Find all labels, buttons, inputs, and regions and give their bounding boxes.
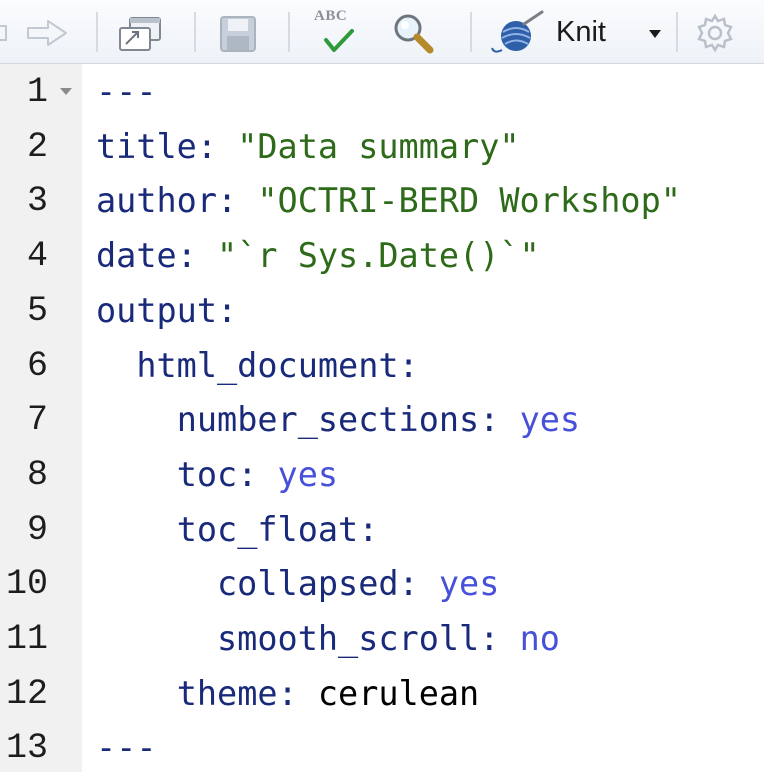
yaml-value: no	[519, 619, 560, 658]
code-text: title: "Data summary"	[96, 120, 520, 174]
code-line[interactable]: 1 ---	[0, 65, 764, 120]
yaml-separator: :	[217, 181, 258, 221]
code-text: date: "`r Sys.Date()`"	[96, 229, 540, 283]
spellcheck-label: ABC	[314, 8, 348, 24]
yaml-value: "OCTRI-BERD Workshop"	[257, 181, 681, 221]
spellcheck-icon[interactable]	[322, 28, 356, 54]
code-text: theme: cerulean	[96, 667, 480, 721]
toolbar-separator	[470, 12, 472, 52]
line-number: 11	[5, 619, 48, 659]
yaml-key: number_sections	[176, 400, 480, 440]
yaml-value: cerulean	[317, 673, 480, 713]
line-number: 9	[26, 509, 48, 550]
yaml-key: author	[96, 181, 218, 221]
toolbar-separator	[194, 12, 196, 52]
line-number: 5	[26, 290, 48, 331]
code-text: collapsed: yes	[96, 557, 499, 611]
save-icon[interactable]	[218, 14, 258, 54]
code-text: toc_float:	[96, 503, 379, 557]
line-number: 6	[26, 345, 48, 386]
search-icon[interactable]	[390, 10, 436, 56]
yaml-separator: :	[398, 564, 439, 604]
yaml-separator: :	[479, 619, 520, 658]
yaml-separator: :	[217, 290, 238, 330]
code-text: ---	[96, 65, 157, 119]
code-line[interactable]: 11 smooth_scroll: no	[0, 612, 764, 667]
code-line[interactable]: 9 toc_float:	[0, 503, 764, 558]
yaml-separator: :	[196, 126, 238, 166]
code-text: output:	[96, 284, 237, 338]
yaml-value: yes	[438, 564, 500, 604]
knit-icon[interactable]	[488, 10, 550, 56]
yaml-key: html_document	[136, 345, 399, 385]
toolbar-separator	[676, 12, 678, 52]
yaml-value: "`r Sys.Date()`"	[217, 236, 540, 276]
yaml-value: "Data summary"	[237, 126, 520, 166]
yaml-key: smooth_scroll	[217, 619, 480, 658]
yaml-key: output	[96, 290, 218, 330]
yaml-key: collapsed	[217, 564, 399, 604]
yaml-separator: :	[176, 236, 218, 276]
yaml-separator: :	[237, 454, 278, 494]
line-number: 13	[5, 728, 48, 769]
code-line[interactable]: 2 title: "Data summary"	[0, 120, 764, 175]
line-number: 2	[26, 126, 48, 167]
popout-icon[interactable]	[114, 14, 166, 52]
code-line[interactable]: 12 theme: cerulean	[0, 667, 764, 722]
code-line[interactable]: 4 date: "`r Sys.Date()`"	[0, 229, 764, 284]
yaml-separator: :	[277, 673, 318, 713]
editor-toolbar: ABC Knit	[0, 0, 764, 64]
yaml-value: yes	[519, 400, 581, 440]
code-text: smooth_scroll: no	[96, 612, 560, 666]
yaml-key: theme	[176, 673, 278, 713]
code-text: html_document:	[96, 339, 419, 393]
code-text: author: "OCTRI-BERD Workshop"	[96, 174, 681, 228]
code-line[interactable]: 7 number_sections: yes	[0, 393, 764, 448]
code-line[interactable]: 6 html_document:	[0, 339, 764, 394]
line-number: 1	[26, 72, 48, 112]
code-line[interactable]: 10 collapsed: yes	[0, 557, 764, 612]
code-line[interactable]: 5 output:	[0, 284, 764, 339]
knit-button[interactable]: Knit	[556, 16, 606, 48]
dropdown-arrow-icon[interactable]	[646, 26, 664, 42]
yaml-value: yes	[277, 454, 339, 494]
code-text: ---	[96, 721, 157, 775]
gear-icon[interactable]	[694, 12, 736, 54]
fold-toggle-icon[interactable]	[60, 88, 72, 95]
yaml-separator: :	[398, 345, 419, 385]
line-number: 10	[5, 564, 48, 605]
yaml-delimiter: ---	[96, 728, 157, 768]
line-number: 3	[26, 181, 48, 222]
yaml-key: toc	[176, 454, 238, 494]
toolbar-separator	[288, 12, 290, 52]
yaml-delimiter: ---	[96, 72, 157, 111]
forward-arrow-icon[interactable]	[24, 18, 70, 48]
line-number: 7	[26, 400, 48, 441]
line-number: 4	[26, 236, 48, 277]
yaml-separator: :	[358, 509, 379, 549]
yaml-separator: :	[479, 400, 520, 440]
code-line[interactable]: 13 ---	[0, 721, 764, 776]
back-arrow-icon[interactable]	[0, 20, 12, 46]
code-line[interactable]: 8 toc: yes	[0, 448, 764, 503]
yaml-key: toc_float	[176, 509, 359, 549]
yaml-key: title	[96, 126, 197, 166]
code-text: number_sections: yes	[96, 393, 580, 447]
code-editor[interactable]: 1 --- 2 title: "Data summary" 3 author: "OCTR…	[0, 64, 764, 772]
yaml-key: date	[96, 236, 177, 276]
code-text: toc: yes	[96, 448, 338, 502]
line-number: 8	[26, 454, 48, 495]
code-line[interactable]: 3 author: "OCTRI-BERD Workshop"	[0, 174, 764, 229]
line-number: 12	[5, 673, 48, 714]
toolbar-separator	[96, 12, 98, 52]
